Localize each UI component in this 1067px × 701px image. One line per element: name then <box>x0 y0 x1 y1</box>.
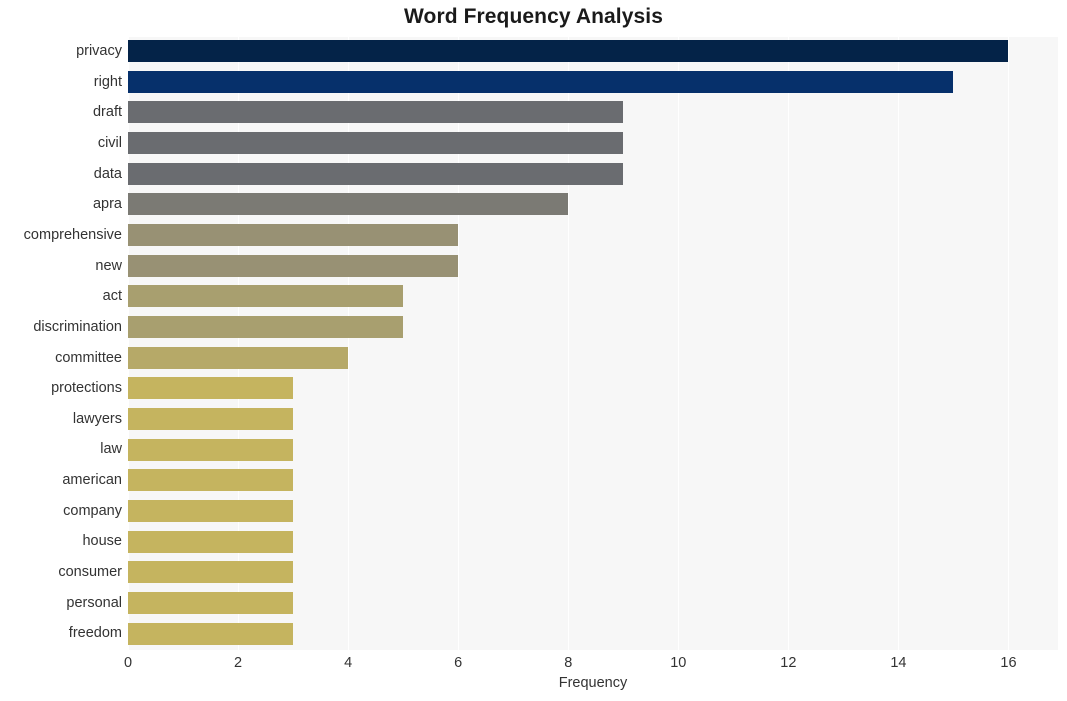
category-label-american: american <box>62 472 122 489</box>
category-label-committee: committee <box>55 349 122 366</box>
x-tick-8: 8 <box>564 655 573 671</box>
category-label-lawyers: lawyers <box>72 410 122 427</box>
x-axis-tick-labels: 0 2 4 6 8 10 12 14 16 <box>124 650 1058 676</box>
bar-apra[interactable] <box>128 193 569 216</box>
x-tick-6: 6 <box>454 655 463 671</box>
bar-comprehensive[interactable] <box>128 224 459 247</box>
category-label-personal: personal <box>66 594 122 611</box>
category-label-company: company <box>63 502 122 519</box>
bar-row[interactable] <box>128 374 1058 402</box>
chart-title: Word Frequency Analysis <box>403 5 664 28</box>
category-label-protections: protections <box>51 380 122 397</box>
bar-row[interactable] <box>128 190 1058 218</box>
category-label-civil: civil <box>97 134 122 151</box>
x-axis-title: Frequency <box>558 675 628 691</box>
x-tick-4: 4 <box>344 655 353 671</box>
bar-house[interactable] <box>128 530 294 553</box>
bar-american[interactable] <box>128 469 294 492</box>
category-label-act: act <box>102 288 122 305</box>
bar-personal[interactable] <box>128 591 294 614</box>
bar-civil[interactable] <box>128 132 624 155</box>
bar-row[interactable] <box>128 98 1058 126</box>
bar-act[interactable] <box>128 285 404 308</box>
bar-right[interactable] <box>128 70 954 93</box>
bar-row[interactable] <box>128 527 1058 555</box>
bar-row[interactable] <box>128 129 1058 157</box>
category-axis-labels: privacy right draft civil data apra comprehens… <box>0 37 122 650</box>
x-tick-0: 0 <box>123 655 133 671</box>
bar-row[interactable] <box>128 221 1058 249</box>
bar-row[interactable] <box>128 497 1058 525</box>
bar-lawyers[interactable] <box>128 407 294 430</box>
bar-new[interactable] <box>128 254 459 277</box>
category-label-freedom: freedom <box>68 625 122 642</box>
bar-freedom[interactable] <box>128 622 294 645</box>
bar-protections[interactable] <box>128 377 294 400</box>
bar-row[interactable] <box>128 558 1058 586</box>
bar-row[interactable] <box>128 282 1058 310</box>
x-tick-14: 14 <box>890 655 907 671</box>
word-frequency-bar-chart: Word Frequency Analysis privacy right draf… <box>0 0 1067 701</box>
bar-row[interactable] <box>128 313 1058 341</box>
bar-discrimination[interactable] <box>128 316 404 339</box>
category-label-comprehensive: comprehensive <box>23 226 122 243</box>
category-label-privacy: privacy <box>76 43 122 59</box>
bar-row[interactable] <box>128 252 1058 280</box>
bar-company[interactable] <box>128 499 294 522</box>
bar-draft[interactable] <box>128 101 624 124</box>
category-label-apra: apra <box>92 196 122 213</box>
bar-row[interactable] <box>128 344 1058 372</box>
x-tick-2: 2 <box>234 655 243 671</box>
category-label-house: house <box>82 533 122 550</box>
bar-row[interactable] <box>128 160 1058 188</box>
category-label-data: data <box>93 165 122 182</box>
bars-layer <box>128 37 1058 650</box>
bar-law[interactable] <box>128 438 294 461</box>
bar-row[interactable] <box>128 466 1058 494</box>
bar-row[interactable] <box>128 68 1058 96</box>
x-tick-16: 16 <box>1000 655 1017 671</box>
bar-row[interactable] <box>128 589 1058 617</box>
bar-consumer[interactable] <box>128 561 294 584</box>
category-label-right: right <box>93 73 122 90</box>
bar-committee[interactable] <box>128 346 349 369</box>
category-label-draft: draft <box>92 104 122 121</box>
bar-row[interactable] <box>128 405 1058 433</box>
category-label-discrimination: discrimination <box>33 318 122 335</box>
category-label-consumer: consumer <box>58 564 122 581</box>
bar-data[interactable] <box>128 162 624 185</box>
bar-row[interactable] <box>128 619 1058 647</box>
category-label-new: new <box>95 257 122 274</box>
x-tick-12: 12 <box>780 655 797 671</box>
category-label-law: law <box>100 441 122 458</box>
bar-row[interactable] <box>128 435 1058 463</box>
x-tick-10: 10 <box>670 655 687 671</box>
bar-row[interactable] <box>128 37 1058 65</box>
bar-privacy[interactable] <box>128 40 1009 63</box>
